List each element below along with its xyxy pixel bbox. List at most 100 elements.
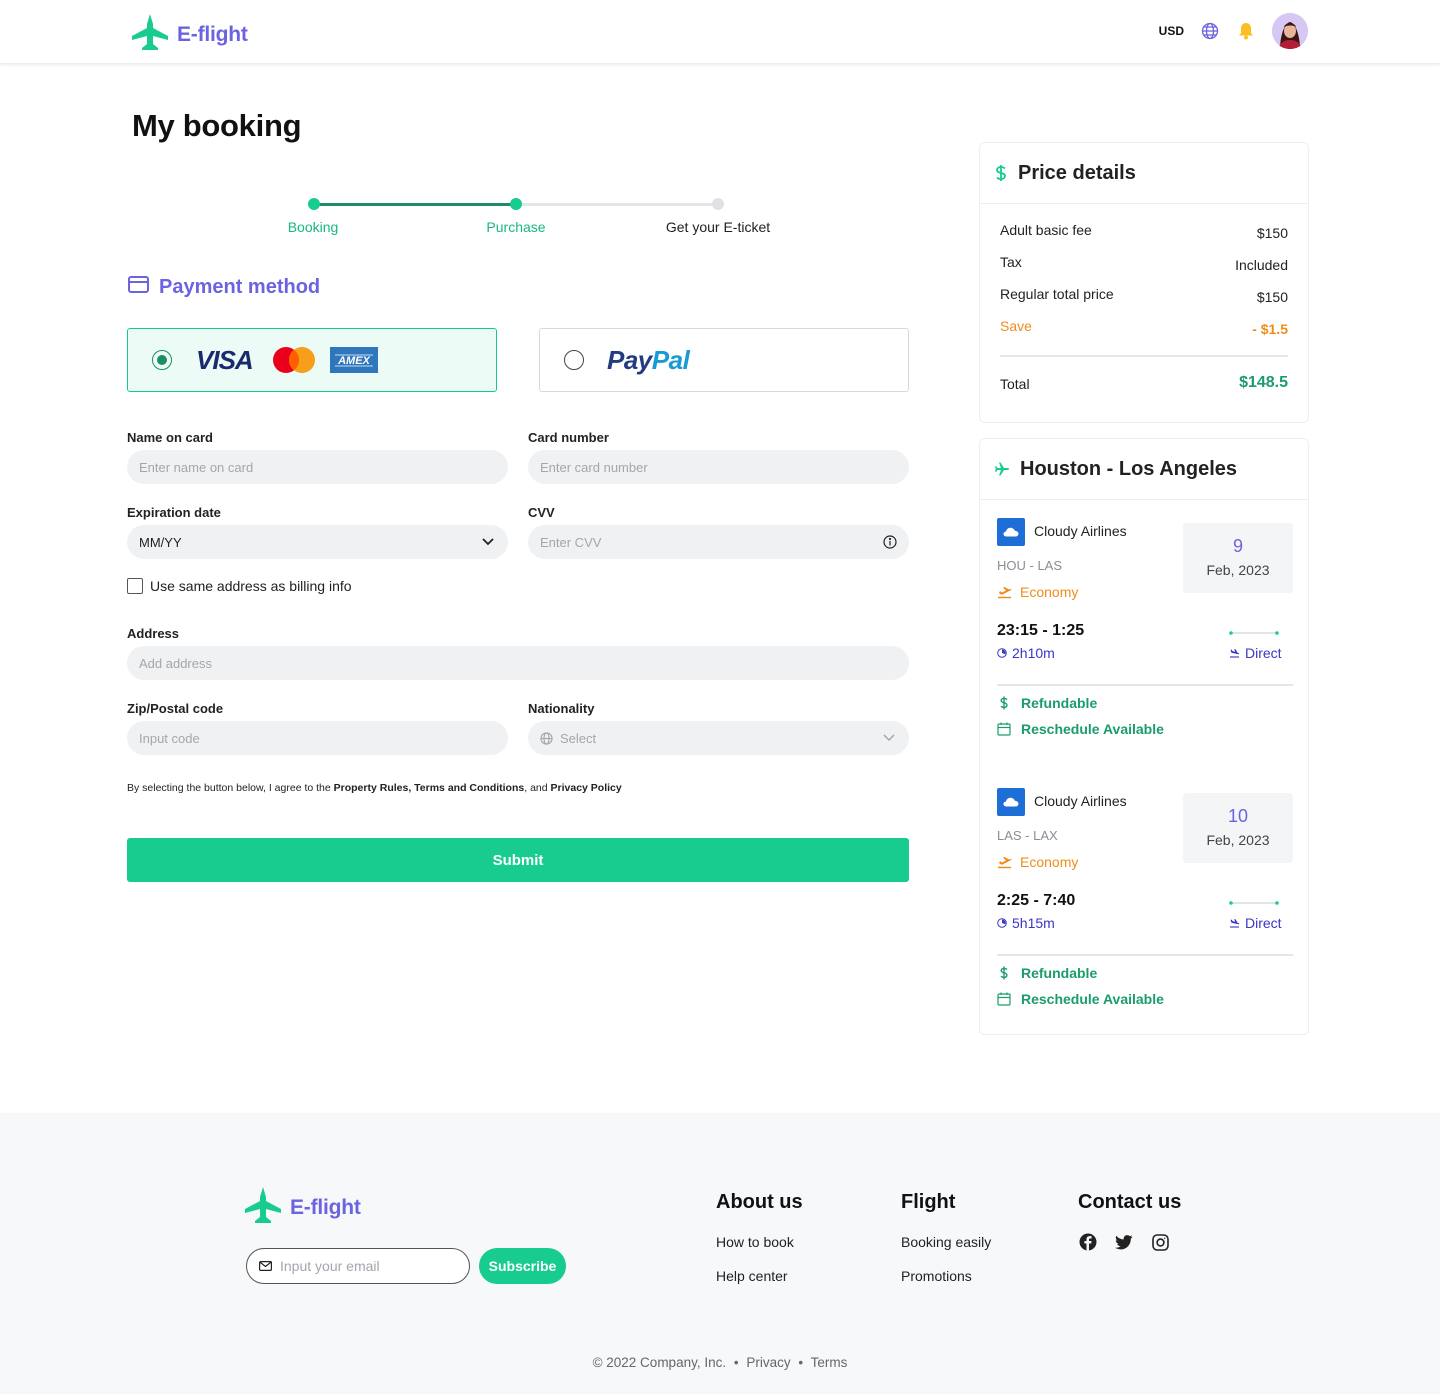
payment-option-paypal[interactable]: PayPal — [539, 328, 909, 392]
price-row-total: Total $148.5 — [1000, 374, 1288, 392]
price-label: Save — [1000, 318, 1032, 334]
paypal-logo-icon: PayPal — [607, 344, 690, 375]
payment-method-heading: Payment method — [128, 276, 320, 299]
airline-name: Cloudy Airlines — [1034, 793, 1127, 809]
calendar-icon — [997, 992, 1011, 1006]
twitter-icon[interactable] — [1114, 1232, 1134, 1252]
name-on-card-input[interactable] — [139, 459, 496, 475]
subscribe-button[interactable]: Subscribe — [479, 1248, 566, 1284]
chevron-down-icon — [482, 538, 494, 546]
stops-indicator: Direct — [1229, 915, 1282, 931]
globe-icon[interactable] — [1200, 21, 1220, 41]
brand-logo[interactable]: E-flight — [131, 14, 248, 55]
footer-link-booking-easily[interactable]: Booking easily — [901, 1234, 991, 1250]
flight-duration: 5h15m — [997, 915, 1055, 931]
newsletter-email-field[interactable] — [246, 1248, 470, 1284]
stops-indicator: Direct — [1229, 645, 1282, 661]
nationality-label: Nationality — [528, 701, 595, 716]
instagram-icon[interactable] — [1150, 1232, 1170, 1252]
footer-link-promotions[interactable]: Promotions — [901, 1268, 972, 1284]
amex-logo-icon: AMEX — [330, 347, 378, 373]
cabin-class: Economy — [997, 584, 1078, 600]
stepper-progress-remaining — [516, 203, 718, 206]
header-actions: USD — [1159, 13, 1308, 49]
flight-route: HOU - LAS — [997, 558, 1063, 573]
bell-icon[interactable] — [1236, 21, 1256, 41]
name-on-card-field[interactable] — [127, 450, 508, 484]
address-field[interactable] — [127, 646, 909, 680]
card-number-field[interactable] — [528, 450, 909, 484]
airplane-logo-icon — [244, 1187, 282, 1228]
step-label-purchase[interactable]: Purchase — [486, 219, 545, 235]
same-address-row[interactable]: Use same address as billing info — [127, 578, 352, 594]
step-dot-purchase — [510, 198, 522, 210]
separator-dot: • — [733, 1355, 739, 1370]
payment-method-title: Payment method — [159, 276, 321, 298]
property-rules-link[interactable]: Property Rules, Terms and Conditions — [334, 782, 525, 794]
footer-privacy-link[interactable]: Privacy — [746, 1355, 790, 1370]
name-on-card-label: Name on card — [127, 430, 213, 445]
globe-icon — [540, 731, 553, 745]
card-radio[interactable] — [152, 350, 172, 370]
price-value: Included — [1235, 257, 1288, 273]
price-row-regular-total: Regular total price $150 — [1000, 286, 1288, 305]
step-label-eticket[interactable]: Get your E-ticket — [666, 219, 770, 235]
payment-option-card[interactable]: VISA AMEX — [127, 328, 497, 392]
chevron-down-icon — [883, 734, 895, 742]
mastercard-logo-icon — [272, 346, 316, 374]
airplane-logo-icon — [131, 14, 169, 55]
paypal-radio[interactable] — [564, 350, 584, 370]
duration-label: 5h15m — [1012, 915, 1055, 931]
currency-selector[interactable]: USD — [1159, 24, 1184, 38]
submit-button[interactable]: Submit — [127, 838, 909, 882]
user-avatar[interactable] — [1272, 13, 1308, 49]
zip-field[interactable] — [127, 721, 508, 755]
price-label: Adult basic fee — [1000, 222, 1092, 238]
calendar-icon — [997, 722, 1011, 736]
landing-icon — [1229, 648, 1240, 658]
airline-name: Cloudy Airlines — [1034, 523, 1127, 539]
price-label: Tax — [1000, 254, 1022, 270]
duration-label: 2h10m — [1012, 645, 1055, 661]
dollar-icon — [997, 966, 1011, 980]
terms-text: By selecting the button below, I agree t… — [127, 782, 622, 794]
cvv-input[interactable] — [540, 534, 883, 550]
privacy-policy-link[interactable]: Privacy Policy — [551, 782, 622, 794]
newsletter-email-input[interactable] — [280, 1258, 450, 1274]
same-address-label: Use same address as billing info — [150, 578, 352, 594]
footer-brand-logo[interactable]: E-flight — [244, 1187, 361, 1228]
nationality-placeholder: Select — [560, 730, 597, 746]
airline-logo-icon — [997, 788, 1025, 816]
footer-terms-link[interactable]: Terms — [811, 1355, 848, 1370]
cabin-label: Economy — [1020, 854, 1079, 870]
step-label-booking[interactable]: Booking — [288, 219, 339, 235]
footer-link-how-to-book[interactable]: How to book — [716, 1234, 794, 1250]
landing-icon — [1229, 918, 1240, 928]
direct-route-line — [1229, 901, 1279, 905]
info-icon[interactable] — [883, 535, 897, 549]
nationality-select[interactable]: Select — [528, 721, 909, 755]
price-value: $150 — [1256, 289, 1288, 305]
perk-refundable: Refundable — [997, 965, 1097, 981]
facebook-icon[interactable] — [1078, 1232, 1098, 1252]
card-number-input[interactable] — [540, 459, 897, 475]
expiration-date-select[interactable]: MM/YY — [127, 525, 508, 559]
perk-refundable: Refundable — [997, 695, 1097, 711]
card-number-label: Card number — [528, 430, 609, 445]
dollar-icon — [997, 696, 1011, 710]
same-address-checkbox[interactable] — [127, 578, 143, 594]
price-details-panel: Price details Adult basic fee $150 Tax I… — [979, 142, 1309, 423]
perk-label: Reschedule Available — [1021, 721, 1164, 737]
address-label: Address — [127, 626, 180, 641]
segment-divider — [997, 954, 1293, 956]
address-input[interactable] — [139, 655, 897, 671]
dollar-icon — [994, 164, 1008, 182]
zip-input[interactable] — [139, 730, 496, 746]
footer-link-help-center[interactable]: Help center — [716, 1268, 788, 1284]
cvv-field[interactable] — [528, 525, 909, 559]
itinerary-header: Houston - Los Angeles — [980, 439, 1308, 500]
brand-name: E-flight — [177, 22, 248, 46]
perk-reschedule: Reschedule Available — [997, 991, 1164, 1007]
itinerary-panel: Houston - Los Angeles Cloudy Airlines HO… — [979, 438, 1309, 1035]
visa-logo-icon: VISA — [196, 347, 260, 373]
